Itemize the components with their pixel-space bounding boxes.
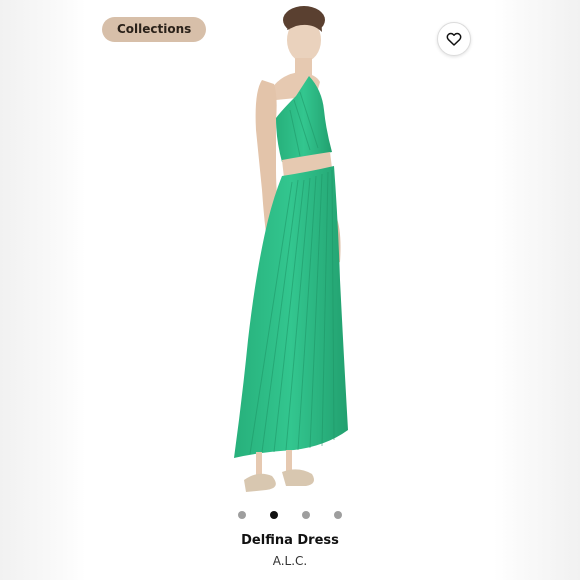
- model-figure: [234, 6, 348, 492]
- pagination-dot[interactable]: [334, 511, 342, 519]
- product-brand[interactable]: A.L.C.: [0, 554, 580, 568]
- favorite-button[interactable]: [437, 22, 471, 56]
- gallery-pagination: [0, 511, 580, 521]
- product-photo[interactable]: [86, 0, 494, 500]
- product-name: Delfina Dress: [241, 533, 339, 548]
- pagination-dot[interactable]: [238, 511, 246, 519]
- pagination-dot[interactable]: [302, 511, 310, 519]
- collections-button[interactable]: Collections: [102, 17, 207, 42]
- heart-icon: [446, 32, 462, 46]
- product-screen: Collections Delfina Dress A.L.C.: [0, 0, 580, 580]
- pagination-dot[interactable]: [270, 511, 278, 519]
